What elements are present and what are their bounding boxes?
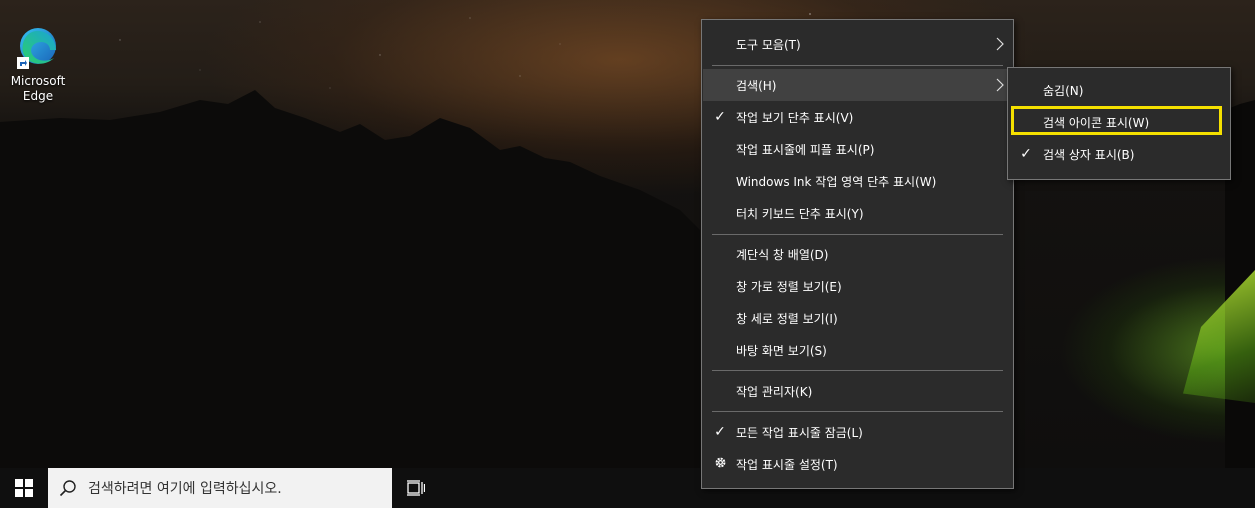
- desktop-icon-label: Microsoft Edge: [10, 74, 66, 103]
- menu-item-show-people[interactable]: 작업 표시줄에 피플 표시(P): [703, 133, 1012, 165]
- start-button[interactable]: [0, 468, 48, 508]
- menu-item-label: 창 세로 정렬 보기(I): [736, 311, 838, 326]
- menu-item-show-task-view-button[interactable]: ✓ 작업 보기 단추 표시(V): [703, 101, 1012, 133]
- chevron-right-icon: [996, 78, 1004, 95]
- highlight-annotation-box: [1011, 106, 1222, 135]
- menu-item-windows-ink[interactable]: Windows Ink 작업 영역 단추 표시(W): [703, 165, 1012, 197]
- menu-item-show-desktop[interactable]: 바탕 화면 보기(S): [703, 334, 1012, 366]
- taskbar-context-menu: 도구 모음(T) 검색(H) ✓ 작업 보기 단추 표시(V) 작업 표시줄에 …: [701, 19, 1014, 489]
- checkmark-icon: ✓: [1020, 146, 1032, 162]
- menu-item-label: 작업 표시줄 설정(T): [736, 457, 838, 472]
- search-placeholder: 검색하려면 여기에 입력하십시오.: [88, 481, 282, 497]
- menu-item-label: 숨김(N): [1043, 83, 1084, 98]
- gear-icon: [713, 456, 727, 473]
- menu-item-task-manager[interactable]: 작업 관리자(K): [703, 375, 1012, 407]
- microsoft-edge-icon: [14, 24, 62, 72]
- menu-item-label: 작업 표시줄에 피플 표시(P): [736, 142, 875, 157]
- menu-separator: [712, 234, 1003, 235]
- menu-item-label: 터치 키보드 단추 표시(Y): [736, 206, 864, 221]
- taskbar-search-box[interactable]: 검색하려면 여기에 입력하십시오.: [48, 468, 392, 508]
- checkmark-icon: ✓: [714, 109, 726, 125]
- menu-item-label: 도구 모음(T): [736, 37, 801, 52]
- menu-item-stack-windows[interactable]: 창 가로 정렬 보기(E): [703, 270, 1012, 302]
- menu-item-label: 작업 보기 단추 표시(V): [736, 110, 854, 125]
- submenu-item-hidden[interactable]: 숨김(N): [1009, 74, 1229, 106]
- windows-logo-icon: [15, 479, 33, 497]
- menu-item-label: 바탕 화면 보기(S): [736, 343, 827, 358]
- menu-item-taskbar-settings[interactable]: 작업 표시줄 설정(T): [703, 448, 1012, 480]
- chevron-right-icon: [996, 37, 1004, 54]
- task-view-button[interactable]: [400, 468, 432, 508]
- menu-item-label: 계단식 창 배열(D): [736, 247, 829, 262]
- taskbar: 검색하려면 여기에 입력하십시오.: [0, 468, 1255, 508]
- menu-separator: [712, 370, 1003, 371]
- task-view-icon: [407, 480, 425, 496]
- menu-item-label: Windows Ink 작업 영역 단추 표시(W): [736, 174, 937, 189]
- menu-item-touch-keyboard[interactable]: 터치 키보드 단추 표시(Y): [703, 197, 1012, 229]
- menu-separator: [712, 65, 1003, 66]
- menu-item-lock-taskbars[interactable]: ✓ 모든 작업 표시줄 잠금(L): [703, 416, 1012, 448]
- menu-item-label: 창 가로 정렬 보기(E): [736, 279, 842, 294]
- menu-item-toolbars[interactable]: 도구 모음(T): [703, 28, 1012, 60]
- submenu-item-show-search-box[interactable]: ✓ 검색 상자 표시(B): [1009, 138, 1229, 170]
- menu-item-side-by-side[interactable]: 창 세로 정렬 보기(I): [703, 302, 1012, 334]
- menu-item-label: 모든 작업 표시줄 잠금(L): [736, 425, 863, 440]
- desktop-icon-edge[interactable]: Microsoft Edge: [4, 24, 72, 104]
- search-icon: [48, 468, 88, 508]
- menu-separator: [712, 411, 1003, 412]
- menu-item-search[interactable]: 검색(H): [703, 69, 1012, 101]
- checkmark-icon: ✓: [714, 424, 726, 440]
- menu-item-cascade-windows[interactable]: 계단식 창 배열(D): [703, 238, 1012, 270]
- menu-item-label: 검색(H): [736, 78, 777, 93]
- menu-item-label: 검색 상자 표시(B): [1043, 147, 1135, 162]
- menu-item-label: 작업 관리자(K): [736, 384, 813, 399]
